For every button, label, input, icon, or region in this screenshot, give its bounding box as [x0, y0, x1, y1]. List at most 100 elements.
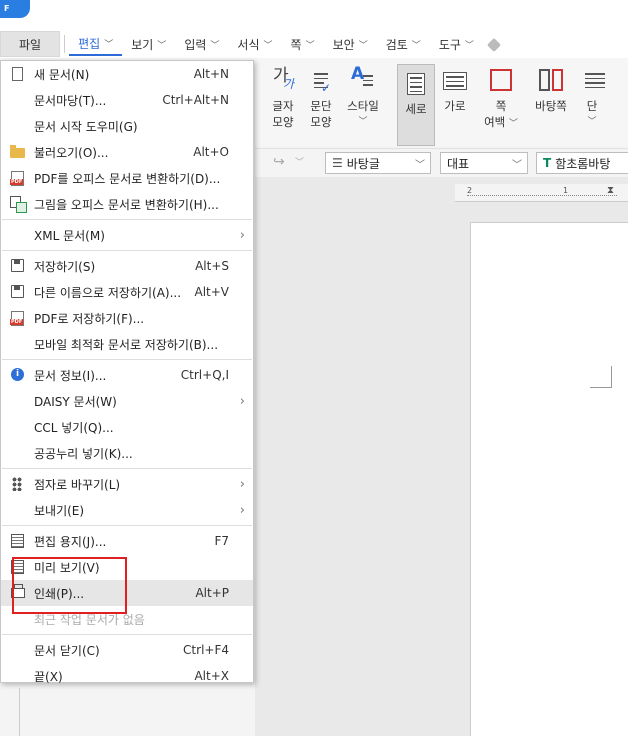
menu-item-label: 저장하기(S) [34, 259, 96, 274]
para-shape-button[interactable]: ✓ 문단 모양 [305, 66, 337, 142]
menu-insert[interactable]: 입력 ﹀ [175, 32, 228, 56]
language-select[interactable]: 대표 ﹀ [440, 152, 528, 174]
blank-icon-slot [10, 611, 26, 627]
file-menu-item[interactable]: 인쇄(P)... Alt+P [1, 580, 253, 606]
menu-item-label: 모바일 최적화 문서로 저장하기(B)... [34, 337, 219, 352]
ribbon: 가가 글자 모양 ✓ 문단 모양 A 스타일 ﹀ 세로 가로 쪽 여백 ﹀ 바탕… [255, 58, 628, 146]
file-menu-item[interactable]: 문서 시작 도우미(G) [1, 113, 253, 139]
file-menu-item[interactable]: 보내기(E) › [1, 497, 253, 523]
menu-separator [2, 468, 252, 469]
button-label: 모양 [272, 115, 294, 129]
menu-item-label: 불러오기(O)... [34, 145, 109, 160]
file-menu-item[interactable]: 문서마당(T)... Ctrl+Alt+N [1, 87, 253, 113]
redo-icon[interactable]: ↪ [273, 154, 285, 170]
char-shape-button[interactable]: 가가 글자 모양 [267, 66, 299, 142]
menu-item-label: 문서 정보(I)... [34, 368, 107, 383]
file-menu-item[interactable]: PDF를 오피스 문서로 변환하기(D)... [1, 165, 253, 191]
vertical-ruler[interactable] [0, 688, 20, 736]
page-margin-icon [487, 66, 515, 94]
menu-item-label: 새 문서(N) [34, 67, 90, 82]
folder-open-icon [10, 144, 26, 160]
save-icon [10, 258, 26, 274]
button-label: 단 [586, 99, 598, 113]
hwp-window: { "menubar": { "items": [ {"label": "파일"… [0, 0, 628, 736]
font-select[interactable]: T 함초롬바탕 [536, 152, 628, 174]
style-button[interactable]: A 스타일 ﹀ [343, 66, 383, 142]
page-background-icon [537, 66, 565, 94]
file-menu-item[interactable]: 끝(X) Alt+X [1, 663, 253, 689]
file-menu-item[interactable]: 저장하기(S) Alt+S [1, 253, 253, 279]
pdf-icon [10, 170, 26, 186]
menu-separator [2, 359, 252, 360]
menu-page[interactable]: 쪽 ﹀ [282, 32, 324, 56]
menu-item-label: 그림을 오피스 문서로 변환하기(H)... [34, 197, 219, 212]
menu-item-shortcut: Alt+P [195, 586, 229, 600]
margin-corner-mark [590, 366, 612, 388]
file-menu-item[interactable]: 모바일 최적화 문서로 저장하기(B)... [1, 331, 253, 357]
menu-item-label: CCL 넣기(Q)... [34, 420, 114, 435]
menu-item-label: PDF로 저장하기(F)... [34, 311, 145, 326]
file-menu-item[interactable]: PDF로 저장하기(F)... [1, 305, 253, 331]
style-select[interactable]: ☰ 바탕글 ﹀ [325, 152, 431, 174]
file-menu-item[interactable]: 편집 용지(J)... F7 [1, 528, 253, 554]
chevron-down-icon: ﹀ [104, 39, 114, 50]
file-menu-item[interactable]: 새 문서(N) Alt+N [1, 61, 253, 87]
menu-item-shortcut: Alt+O [193, 145, 229, 159]
button-label: 문단 [310, 99, 332, 113]
chevron-down-icon: ﹀ [508, 119, 518, 129]
file-menu-item[interactable]: 그림을 오피스 문서로 변환하기(H)... [1, 191, 253, 217]
file-menu-item[interactable]: CCL 넣기(Q)... [1, 414, 253, 440]
file-menu-item[interactable]: i 문서 정보(I)... Ctrl+Q,I [1, 362, 253, 388]
document-page[interactable] [470, 222, 628, 736]
page-margin-button[interactable]: 쪽 여백 ﹀ [483, 66, 519, 142]
menu-item-label: XML 문서(M) [34, 228, 105, 243]
style-list-icon: ☰ [332, 156, 343, 170]
chevron-down-icon: ﹀ [263, 40, 273, 51]
menu-item-label: 점자로 바꾸기(L) [34, 477, 121, 492]
portrait-button[interactable]: 세로 [397, 64, 435, 146]
chevron-down-icon: ﹀ [358, 117, 368, 127]
horizontal-ruler[interactable]: 2 1 ⧗ [455, 184, 628, 202]
file-menu-item[interactable]: XML 문서(M) › [1, 222, 253, 248]
menu-file[interactable]: 파일 [0, 31, 61, 57]
format-toolbar: ↪ ﹀ ☰ 바탕글 ﹀ 대표 ﹀ T 함초롬바탕 [255, 148, 628, 176]
menu-tools[interactable]: 도구 ﹀ [430, 32, 483, 56]
columns-button[interactable]: 단 ﹀ [577, 66, 607, 142]
chevron-right-icon: › [239, 502, 245, 518]
landscape-button[interactable]: 가로 [439, 66, 471, 142]
button-label: 스타일 [347, 99, 379, 113]
blank-icon-slot [10, 118, 26, 134]
file-menu-dropdown: 새 문서(N) Alt+N 문서마당(T)... Ctrl+Alt+N 문서 시작 도우… [0, 60, 254, 684]
chevron-down-icon[interactable]: ﹀ [295, 155, 304, 168]
menu-format[interactable]: 서식 ﹀ [228, 32, 281, 56]
indent-marker-icon[interactable]: ⧗ [607, 185, 614, 196]
file-menu-item[interactable]: 불러오기(O)... Alt+O [1, 139, 253, 165]
file-menu-item[interactable]: 점자로 바꾸기(L) › [1, 471, 253, 497]
menu-view[interactable]: 보기 ﹀ [122, 32, 175, 56]
file-menu-item[interactable]: 공공누리 넣기(K)... [1, 440, 253, 466]
file-menu-item[interactable]: DAISY 문서(W) › [1, 388, 253, 414]
language-select-value: 대표 [447, 156, 470, 171]
button-label-2: 여백 [484, 115, 506, 129]
button-label: 모양 [310, 115, 332, 129]
extension-icon[interactable] [489, 37, 505, 51]
menu-edit[interactable]: 편집 ﹀ [69, 32, 123, 56]
file-menu-item[interactable]: 문서 닫기(C) Ctrl+F4 [1, 637, 253, 663]
page-background-button[interactable]: 바탕쪽 [531, 66, 571, 142]
file-menu-item[interactable]: 다른 이름으로 저장하기(A)... Alt+V [1, 279, 253, 305]
menu-review[interactable]: 검토 ﹀ [377, 32, 430, 56]
menu-item-shortcut: F7 [214, 534, 229, 548]
menu-label: 보기 [131, 37, 154, 52]
menu-bar: 파일 편집 ﹀ 보기 ﹀ 입력 ﹀ 서식 ﹀ 쪽 ﹀ 보안 ﹀ 검토 ﹀ 도구 ﹀ [0, 30, 628, 58]
file-menu-item[interactable]: 미리 보기(V) [1, 554, 253, 580]
chevron-right-icon: › [239, 476, 245, 492]
blank-icon-slot [10, 393, 26, 409]
truetype-icon: T [543, 156, 552, 170]
blank-icon-slot [10, 668, 26, 684]
button-label: 가로 [444, 99, 466, 113]
menu-security[interactable]: 보안 ﹀ [324, 32, 377, 56]
chevron-down-icon: ﹀ [587, 117, 597, 127]
menu-label: 입력 [184, 37, 207, 52]
chevron-down-icon: ﹀ [305, 40, 315, 51]
style-icon: A [349, 66, 377, 94]
